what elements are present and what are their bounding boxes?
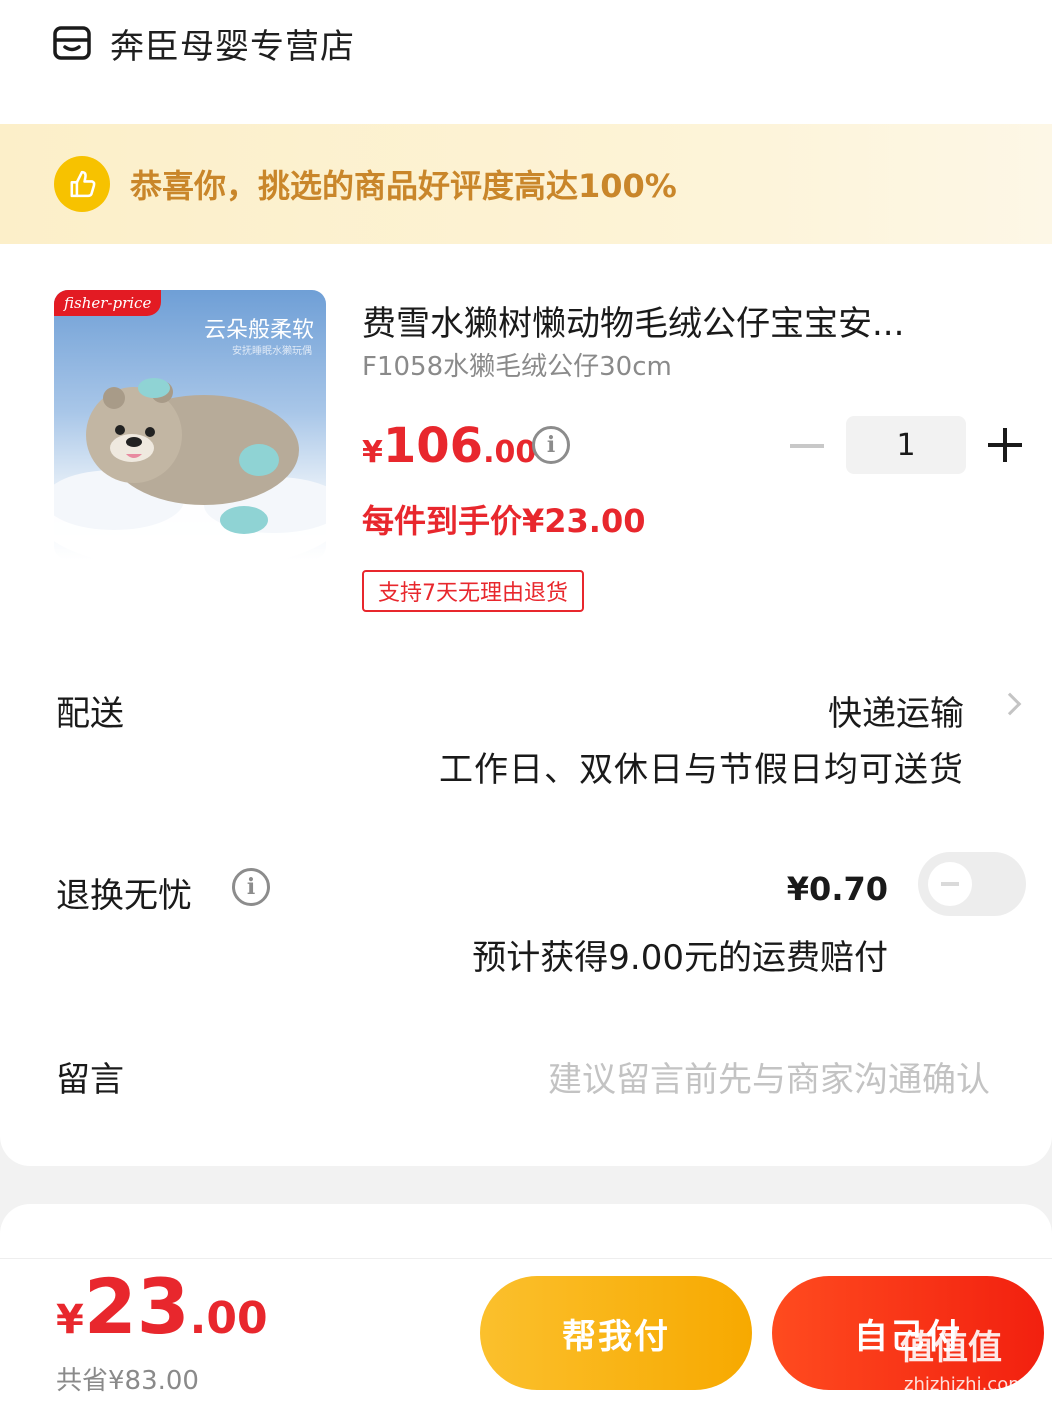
order-card: 奔臣母婴专营店 恭喜你，挑选的商品好评度高达100% fisher-price … bbox=[0, 0, 1052, 1166]
banner-text: 恭喜你，挑选的商品好评度高达100% bbox=[130, 167, 677, 205]
quantity-input[interactable]: 1 bbox=[846, 416, 966, 474]
otter-illustration bbox=[54, 378, 326, 560]
unit-price: 每件到手价¥23.00 bbox=[362, 502, 646, 540]
return-policy-badge: 支持7天无理由退货 bbox=[362, 570, 584, 612]
watermark-url: zhizhizhi.com bbox=[904, 1374, 1026, 1395]
insurance-info-icon[interactable]: i bbox=[232, 868, 270, 906]
watermark: 值值值 bbox=[900, 1328, 1002, 1368]
toggle-knob bbox=[928, 862, 972, 906]
total-symbol: ¥ bbox=[56, 1297, 84, 1343]
product-image[interactable]: fisher-price 云朵般柔软 安抚睡眠水獭玩偶 bbox=[54, 290, 326, 560]
total-decimal: .00 bbox=[189, 1293, 268, 1344]
product-price: ¥ 106 .00 bbox=[362, 418, 536, 474]
message-label: 留言 bbox=[56, 1060, 124, 1100]
insurance-note: 预计获得9.00元的运费赔付 bbox=[472, 938, 888, 978]
delivery-label: 配送 bbox=[56, 694, 124, 734]
delivery-note: 工作日、双休日与节假日均可送货 bbox=[439, 750, 964, 790]
insurance-price: ¥0.70 bbox=[786, 870, 888, 908]
message-input[interactable]: 建议留言前先与商家沟通确认 bbox=[548, 1052, 990, 1101]
price-decimal: .00 bbox=[483, 435, 537, 470]
price-symbol: ¥ bbox=[362, 435, 383, 470]
rating-banner: 恭喜你，挑选的商品好评度高达100% bbox=[0, 124, 1052, 244]
total-integer: 23 bbox=[83, 1262, 190, 1351]
price-info-icon[interactable]: i bbox=[532, 426, 570, 464]
store-icon bbox=[53, 26, 91, 60]
delivery-method[interactable]: 快递运输 bbox=[828, 686, 964, 735]
total-price: ¥ 23 .00 bbox=[56, 1262, 268, 1351]
insurance-toggle[interactable] bbox=[918, 852, 1026, 916]
quantity-increase-button[interactable] bbox=[988, 428, 1022, 462]
saved-amount: 共省¥83.00 bbox=[56, 1366, 199, 1396]
product-variant[interactable]: F1058水獭毛绒公仔30cm bbox=[362, 346, 672, 383]
price-integer: 106 bbox=[382, 418, 484, 474]
help-pay-button[interactable]: 帮我付 bbox=[480, 1276, 752, 1390]
thumbs-up-icon bbox=[54, 156, 110, 212]
quantity-decrease-button[interactable] bbox=[790, 444, 824, 448]
insurance-label: 退换无忧 bbox=[56, 876, 192, 916]
store-header[interactable]: 奔臣母婴专营店 bbox=[52, 18, 355, 68]
store-name: 奔臣母婴专营店 bbox=[110, 26, 355, 67]
product-title[interactable]: 费雪水獭树懒动物毛绒公仔宝宝安... bbox=[362, 296, 982, 345]
chevron-right-icon[interactable] bbox=[998, 692, 1022, 716]
secondary-card bbox=[0, 1204, 1052, 1264]
